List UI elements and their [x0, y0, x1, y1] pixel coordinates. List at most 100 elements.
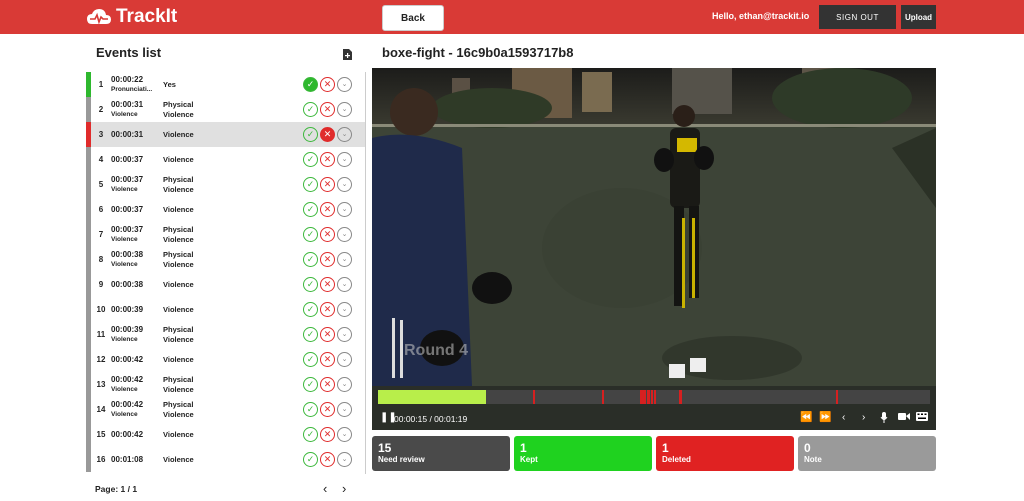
chevron-down-icon[interactable]: ⌄ [337, 152, 352, 167]
previous-event-icon[interactable]: ‹ [842, 412, 845, 423]
video-timeline[interactable] [378, 390, 930, 404]
keep-check-icon[interactable]: ✓ [303, 77, 318, 92]
event-row[interactable]: 9 00:00:38 Violence ✓ ✕ ⌄ [86, 272, 365, 297]
next-event-icon[interactable]: › [862, 412, 865, 423]
keyboard-icon[interactable] [916, 412, 928, 424]
event-row[interactable]: 11 00:00:39 Violence Physical Violence ✓ ✕ ⌄ [86, 322, 365, 347]
chevron-down-icon[interactable]: ⌄ [337, 452, 352, 467]
fast-forward-icon[interactable]: ⏩ [819, 412, 831, 423]
microphone-icon[interactable] [880, 412, 888, 426]
video-camera-icon[interactable] [898, 412, 910, 424]
chevron-down-icon[interactable]: ⌄ [337, 252, 352, 267]
event-row[interactable]: 12 00:00:42 Violence ✓ ✕ ⌄ [86, 347, 365, 372]
timeline-event-mark[interactable] [601, 390, 604, 404]
event-row[interactable]: 16 00:01:08 Violence ✓ ✕ ⌄ [86, 447, 365, 472]
event-category: Violence [163, 130, 303, 140]
summary-card[interactable]: 1 Kept [514, 436, 652, 471]
delete-x-icon[interactable]: ✕ [320, 102, 335, 117]
delete-x-icon[interactable]: ✕ [320, 227, 335, 242]
timeline-event-mark[interactable] [836, 390, 839, 404]
chevron-down-icon[interactable]: ⌄ [337, 277, 352, 292]
delete-x-icon[interactable]: ✕ [320, 327, 335, 342]
video-frame[interactable] [372, 68, 936, 386]
delete-x-icon[interactable]: ✕ [320, 302, 335, 317]
rewind-icon[interactable]: ⏪ [800, 412, 812, 423]
event-row[interactable]: 8 00:00:38 Violence Physical Violence ✓ ✕ ⌄ [86, 247, 365, 272]
keep-check-icon[interactable]: ✓ [303, 152, 318, 167]
timeline-event-mark[interactable] [648, 390, 651, 404]
delete-x-icon[interactable]: ✕ [320, 177, 335, 192]
event-time: 00:00:37 [111, 155, 163, 164]
chevron-down-icon[interactable]: ⌄ [337, 377, 352, 392]
summary-card[interactable]: 0 Note [798, 436, 936, 471]
chevron-down-icon[interactable]: ⌄ [337, 127, 352, 142]
event-row[interactable]: 5 00:00:37 Violence Physical Violence ✓ ✕ ⌄ [86, 172, 365, 197]
chevron-down-icon[interactable]: ⌄ [337, 177, 352, 192]
delete-x-icon[interactable]: ✕ [320, 202, 335, 217]
event-row[interactable]: 4 00:00:37 Violence ✓ ✕ ⌄ [86, 147, 365, 172]
event-row[interactable]: 15 00:00:42 Violence ✓ ✕ ⌄ [86, 422, 365, 447]
keep-check-icon[interactable]: ✓ [303, 402, 318, 417]
keep-check-icon[interactable]: ✓ [303, 452, 318, 467]
delete-x-icon[interactable]: ✕ [320, 152, 335, 167]
keep-check-icon[interactable]: ✓ [303, 127, 318, 142]
event-row[interactable]: 14 00:00:42 Violence Physical Violence ✓ ✕ ⌄ [86, 397, 365, 422]
event-time: 00:00:42 [111, 355, 163, 364]
keep-check-icon[interactable]: ✓ [303, 227, 318, 242]
event-actions: ✓ ✕ ⌄ [303, 452, 352, 467]
chevron-down-icon[interactable]: ⌄ [337, 327, 352, 342]
event-row[interactable]: 3 00:00:31 Violence ✓ ✕ ⌄ [86, 122, 365, 147]
event-row[interactable]: 6 00:00:37 Violence ✓ ✕ ⌄ [86, 197, 365, 222]
file-export-icon[interactable] [343, 47, 352, 65]
event-row[interactable]: 1 00:00:22 Pronunciati... Yes ✓ ✕ ⌄ [86, 72, 365, 97]
event-row[interactable]: 7 00:00:37 Violence Physical Violence ✓ ✕ ⌄ [86, 222, 365, 247]
keep-check-icon[interactable]: ✓ [303, 427, 318, 442]
back-button[interactable]: Back [382, 5, 444, 31]
timeline-event-mark[interactable] [680, 390, 683, 404]
keep-check-icon[interactable]: ✓ [303, 277, 318, 292]
video-player[interactable]: Round 4 ❚❚ 00:00:15 / 00:01:19 ⏪ ⏩ ‹ › [372, 68, 936, 430]
chevron-down-icon[interactable]: ⌄ [337, 302, 352, 317]
keep-check-icon[interactable]: ✓ [303, 202, 318, 217]
delete-x-icon[interactable]: ✕ [320, 452, 335, 467]
chevron-down-icon[interactable]: ⌄ [337, 352, 352, 367]
delete-x-icon[interactable]: ✕ [320, 352, 335, 367]
sign-out-button[interactable]: SIGN OUT [819, 5, 896, 29]
timeline-event-mark[interactable] [654, 390, 656, 404]
chevron-down-icon[interactable]: ⌄ [337, 77, 352, 92]
delete-x-icon[interactable]: ✕ [320, 427, 335, 442]
timeline-event-mark[interactable] [644, 390, 647, 404]
delete-x-icon[interactable]: ✕ [320, 252, 335, 267]
logo[interactable]: TrackIt [86, 6, 177, 28]
summary-card[interactable]: 15 Need review [372, 436, 510, 471]
keep-check-icon[interactable]: ✓ [303, 177, 318, 192]
delete-x-icon[interactable]: ✕ [320, 377, 335, 392]
keep-check-icon[interactable]: ✓ [303, 102, 318, 117]
previous-page-button[interactable]: ‹ [323, 481, 327, 496]
upload-button[interactable]: Upload [901, 5, 936, 29]
delete-x-icon[interactable]: ✕ [320, 77, 335, 92]
keep-check-icon[interactable]: ✓ [303, 327, 318, 342]
chevron-down-icon[interactable]: ⌄ [337, 102, 352, 117]
delete-x-icon[interactable]: ✕ [320, 402, 335, 417]
chevron-down-icon[interactable]: ⌄ [337, 402, 352, 417]
delete-x-icon[interactable]: ✕ [320, 127, 335, 142]
delete-x-icon[interactable]: ✕ [320, 277, 335, 292]
keep-check-icon[interactable]: ✓ [303, 352, 318, 367]
summary-card[interactable]: 1 Deleted [656, 436, 794, 471]
chevron-down-icon[interactable]: ⌄ [337, 227, 352, 242]
timeline-event-mark[interactable] [651, 390, 654, 404]
keep-check-icon[interactable]: ✓ [303, 252, 318, 267]
chevron-down-icon[interactable]: ⌄ [337, 427, 352, 442]
event-time: 00:00:42 Violence [111, 375, 163, 394]
event-time: 00:00:37 Violence [111, 225, 163, 244]
event-timestamp: 00:00:42 [111, 400, 144, 409]
timeline-event-mark[interactable] [532, 390, 535, 404]
event-row[interactable]: 10 00:00:39 Violence ✓ ✕ ⌄ [86, 297, 365, 322]
chevron-down-icon[interactable]: ⌄ [337, 202, 352, 217]
next-page-button[interactable]: › [342, 481, 346, 496]
event-row[interactable]: 2 00:00:31 Violence Physical Violence ✓ ✕ ⌄ [86, 97, 365, 122]
event-row[interactable]: 13 00:00:42 Violence Physical Violence ✓ ✕ ⌄ [86, 372, 365, 397]
keep-check-icon[interactable]: ✓ [303, 377, 318, 392]
keep-check-icon[interactable]: ✓ [303, 302, 318, 317]
